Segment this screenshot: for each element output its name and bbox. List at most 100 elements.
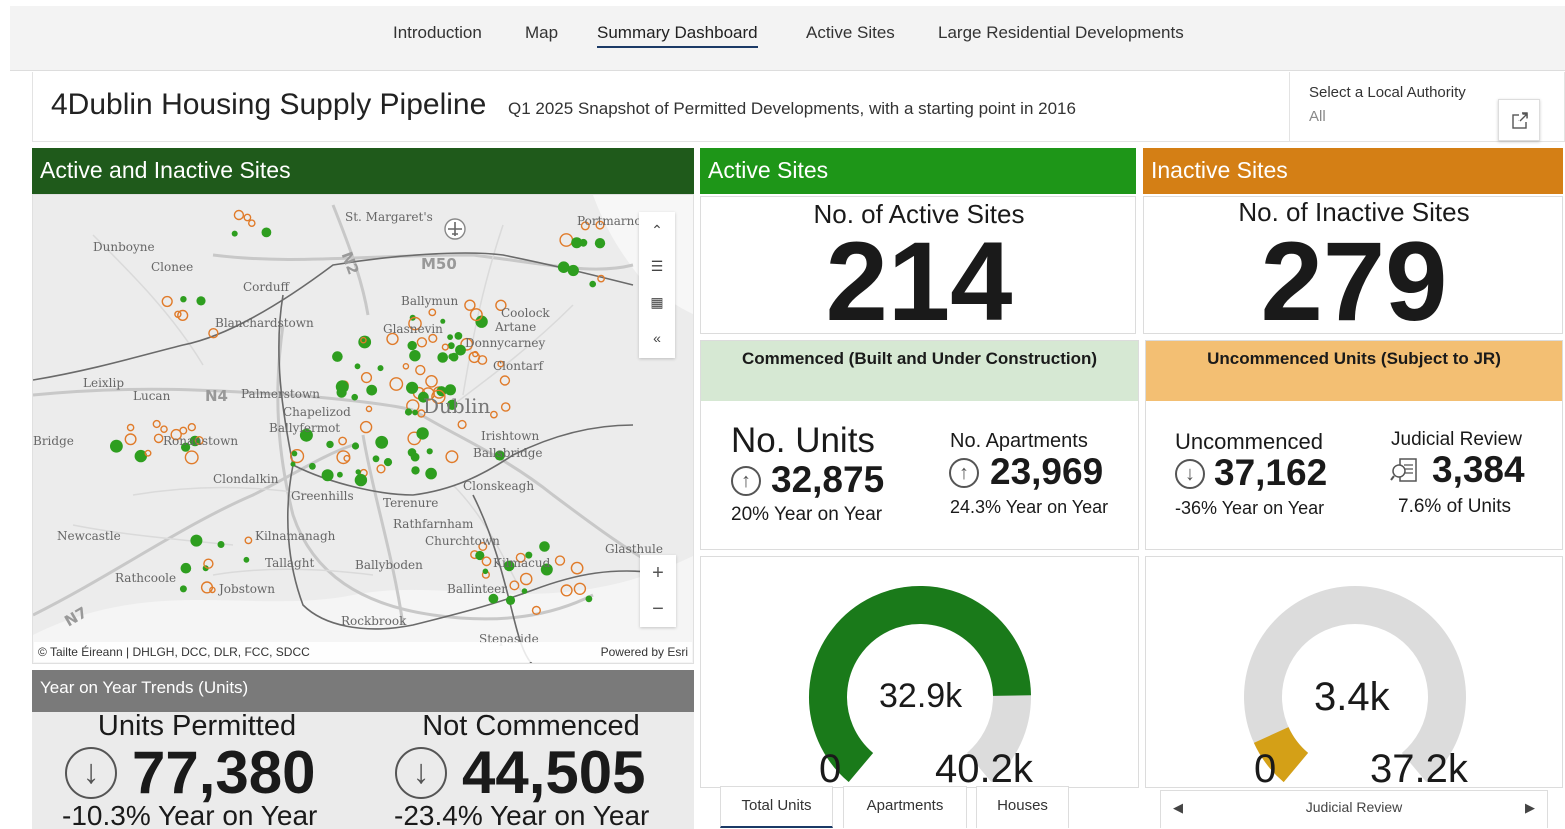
active-site-marker[interactable] xyxy=(337,471,343,478)
active-site-marker[interactable] xyxy=(447,342,455,350)
active-site-marker[interactable] xyxy=(261,227,272,238)
active-site-marker[interactable] xyxy=(426,448,433,455)
active-site-marker[interactable] xyxy=(411,466,420,475)
tab-active-sites[interactable]: Active Sites xyxy=(806,23,895,43)
active-site-marker[interactable] xyxy=(585,595,593,603)
jr-pager-label: Judicial Review xyxy=(1305,799,1403,815)
active-site-marker[interactable] xyxy=(406,381,419,394)
active-site-marker[interactable] xyxy=(355,469,361,475)
active-site-marker[interactable] xyxy=(351,393,359,401)
map-label: Ballinteer xyxy=(447,582,507,596)
active-site-marker[interactable] xyxy=(383,458,393,467)
active-site-marker[interactable] xyxy=(425,467,437,480)
map-label: Tallaght xyxy=(265,556,314,570)
commenced-gauge-card: 32.9k 0 40.2k xyxy=(700,556,1139,791)
judicial-review-share: 7.6% of Units xyxy=(1398,496,1511,517)
active-site-marker[interactable] xyxy=(217,541,225,548)
active-site-marker[interactable] xyxy=(110,439,123,453)
collapse-up-icon[interactable]: ⌃ xyxy=(639,212,675,248)
active-site-marker[interactable] xyxy=(372,455,380,463)
active-site-marker[interactable] xyxy=(409,350,421,362)
arrow-up-icon: ↑ xyxy=(949,458,979,488)
inactive-sites-count: 279 xyxy=(1260,219,1448,344)
active-site-marker[interactable] xyxy=(354,473,368,487)
map-label: Artane xyxy=(494,320,536,334)
tab-introduction[interactable]: Introduction xyxy=(393,23,482,43)
map-label: Irishtown xyxy=(481,429,540,443)
active-site-marker[interactable] xyxy=(437,352,449,363)
active-site-marker[interactable] xyxy=(454,332,463,340)
map-label: Kilnamanagh xyxy=(255,529,336,543)
active-site-marker[interactable] xyxy=(521,588,528,594)
next-icon[interactable]: ▶ xyxy=(1525,800,1535,816)
tab-summary-dashboard[interactable]: Summary Dashboard xyxy=(597,23,758,48)
active-site-marker[interactable] xyxy=(231,230,238,237)
active-site-marker[interactable] xyxy=(539,541,550,552)
open-external-icon[interactable] xyxy=(1498,99,1540,141)
commenced-card: Commenced (Built and Under Construction)… xyxy=(700,340,1139,550)
active-sites-title: Active Sites xyxy=(700,148,1136,194)
active-site-marker[interactable] xyxy=(377,365,384,372)
zoom-out-button[interactable]: − xyxy=(640,591,676,627)
map-label: Chapelizod xyxy=(283,405,351,419)
active-site-marker[interactable] xyxy=(505,595,516,605)
arrow-down-icon: ↓ xyxy=(395,747,447,799)
active-site-marker[interactable] xyxy=(412,409,418,416)
active-site-marker[interactable] xyxy=(196,296,206,306)
active-site-marker[interactable] xyxy=(354,363,361,370)
active-site-marker[interactable] xyxy=(594,238,606,249)
active-site-marker[interactable] xyxy=(326,440,334,449)
active-site-marker[interactable] xyxy=(291,450,298,457)
active-site-marker[interactable] xyxy=(447,334,453,340)
tab-apartments[interactable]: Apartments xyxy=(843,786,967,828)
active-site-marker[interactable] xyxy=(448,353,455,360)
commenced-units-value: 32,875 xyxy=(771,459,885,500)
active-site-marker[interactable] xyxy=(179,585,187,593)
active-site-marker[interactable] xyxy=(482,568,489,575)
active-site-marker[interactable] xyxy=(190,534,203,547)
selector-value[interactable]: All xyxy=(1309,108,1326,125)
tab-large-residential-developments[interactable]: Large Residential Developments xyxy=(938,23,1184,43)
map-tools: ⌃ ☰ ▦ « xyxy=(639,212,675,358)
active-site-marker[interactable] xyxy=(290,461,296,467)
page-title: 4Dublin Housing Supply Pipeline xyxy=(51,88,487,121)
active-site-marker[interactable] xyxy=(332,351,343,362)
local-authority-selector[interactable]: Select a Local Authority All xyxy=(1289,72,1565,142)
map-canvas[interactable]: Dunboyne Clonee Corduff Blanchardstown S… xyxy=(33,195,694,664)
inactive-sites-title: Inactive Sites xyxy=(1143,148,1563,194)
active-site-marker[interactable] xyxy=(243,556,250,563)
map-panel-title: Active and Inactive Sites xyxy=(32,148,694,194)
powered-by-esri[interactable]: Powered by Esri xyxy=(601,645,688,659)
active-site-marker[interactable] xyxy=(366,384,378,396)
active-site-marker[interactable] xyxy=(351,442,360,450)
map-label-city: Dublin xyxy=(423,394,491,418)
active-site-marker[interactable] xyxy=(404,408,413,416)
collapse-panel-icon[interactable]: « xyxy=(639,320,675,356)
map-label: Clontarf xyxy=(493,359,545,373)
active-site-marker[interactable] xyxy=(321,469,334,482)
active-site-marker[interactable] xyxy=(375,435,389,449)
active-site-marker[interactable] xyxy=(335,380,349,394)
map-label: St. Margaret's xyxy=(345,210,433,224)
active-site-marker[interactable] xyxy=(407,340,417,351)
map-label: Corduff xyxy=(243,280,291,294)
active-site-marker[interactable] xyxy=(589,280,596,288)
active-site-marker[interactable] xyxy=(571,237,583,249)
zoom-controls: + − xyxy=(640,555,676,627)
active-site-marker[interactable] xyxy=(309,462,316,470)
basemap-gallery-icon[interactable]: ▦ xyxy=(639,284,675,320)
sites-map[interactable]: Dunboyne Clonee Corduff Blanchardstown S… xyxy=(32,194,694,664)
active-site-marker[interactable] xyxy=(557,261,570,273)
legend-list-icon[interactable]: ☰ xyxy=(639,248,675,284)
active-site-marker[interactable] xyxy=(416,427,429,440)
active-site-marker[interactable] xyxy=(410,452,420,462)
tab-total-units[interactable]: Total Units xyxy=(720,786,833,828)
judicial-review-value: 3,384 xyxy=(1432,449,1525,490)
trends-panel: Year on Year Trends (Units) Units Permit… xyxy=(32,670,694,829)
tab-map[interactable]: Map xyxy=(525,23,558,43)
active-site-marker[interactable] xyxy=(180,296,187,303)
not-commenced-change: -23.4% Year on Year xyxy=(394,800,650,829)
tab-houses[interactable]: Houses xyxy=(976,786,1069,828)
active-site-marker[interactable] xyxy=(180,562,192,574)
zoom-in-button[interactable]: + xyxy=(640,555,676,591)
